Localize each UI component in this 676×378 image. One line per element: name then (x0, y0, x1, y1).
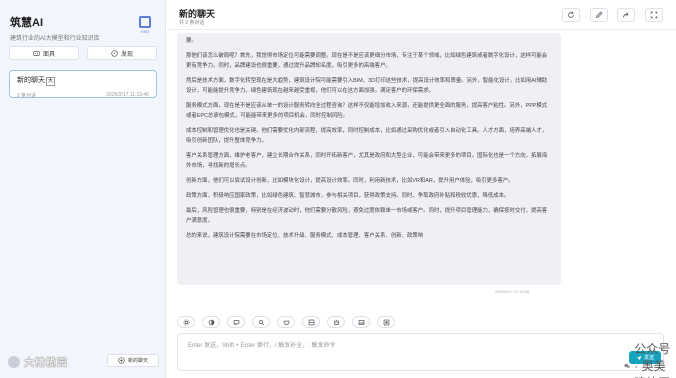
conversation-time: 2025/2/17 11:13:46 (106, 92, 149, 98)
conversation-count: 2 条对话 (17, 93, 37, 99)
theme-tool[interactable] (202, 316, 220, 328)
message-paragraph: 成本控制和管理优化也是关键。他们需要优化内部流程，提高效率，同时控制成本，比如通… (186, 128, 548, 144)
message-paragraph: 总的来说，建筑设计院需要在市场定位、技术升级、服务模式、成本管理、客户关系、创新… (186, 233, 424, 239)
share-button[interactable] (617, 8, 635, 22)
edit-button[interactable] (590, 8, 608, 22)
chat-icon (233, 319, 239, 326)
clear-context-tool[interactable] (302, 316, 320, 328)
sidebar: 筑慧AI 建筑行业的AI大模型和行业知识库 FAO 面具 发现 新的聊天大 2 … (0, 0, 166, 378)
app-logo: FAO (137, 16, 153, 34)
mask-button[interactable]: 面具 (9, 46, 79, 60)
conversation-title-text: 新的聊天 (17, 77, 45, 84)
fullscreen-icon (650, 11, 658, 19)
mask-icon (283, 320, 289, 325)
message-paragraph: 然后是技术方面，数字化转型现在是大趋势，建筑设计院可能需要引入BIM、3D打印这… (186, 78, 548, 94)
mask-button-label: 面具 (42, 51, 55, 58)
expand-tool[interactable] (377, 316, 395, 328)
message-paragraph: 最后，风险管理也很重要，特别是在经济波动时，他们需要分散风险，避免过度依赖单一市… (186, 208, 548, 224)
chat-main: 新的聊天 共 2 条对话 要。 那他们该怎么破局呢？首先，我觉得市场定位可能需要… (167, 0, 676, 378)
message-paragraph: 创新方面，他们可以尝试设计创新，比如模块化设计，提高设计效率。同时，利用新技术，… (186, 178, 514, 184)
discover-button[interactable]: 发现 (87, 46, 157, 60)
message-paragraph: 政策方面，积极响应国家政策，比如绿色建筑、智慧城市，参与相关项目，获得政策支持。… (186, 193, 510, 199)
search-icon (258, 319, 264, 325)
mask-icon (33, 50, 40, 56)
settings-tool[interactable] (177, 316, 195, 328)
refresh-button[interactable] (562, 8, 580, 22)
fullscreen-button[interactable] (645, 8, 663, 22)
logo-icon (139, 16, 151, 28)
logo-text: FAO (140, 29, 149, 34)
brand: 筑慧AI 建筑行业的AI大模型和行业知识库 (10, 14, 100, 42)
expand-icon (383, 319, 389, 325)
chat-header: 新的聊天 共 2 条对话 (167, 0, 676, 30)
wechat-icon (624, 363, 630, 368)
wechat-watermark: 公众号 · 奥美建筑网 (624, 340, 676, 378)
message-paragraph: 服务模式方面，现在是不是应该从单一的设计服务转向全过程咨询？这样不仅能增加收入来… (186, 103, 548, 119)
image-icon (358, 319, 364, 325)
pencil-icon (596, 11, 603, 18)
assistant-message: 要。 那他们该怎么破局呢？首先，我觉得市场定位可能需要调整。现在是不是应该更细分… (177, 33, 561, 285)
message-time: 2025/2/17 11:13:46 (495, 289, 530, 294)
layout-icon (308, 319, 314, 325)
chat-input[interactable]: Enter 发送，Shift + Enter 换行，/ 触发补全，: 触发命令 … (177, 333, 664, 371)
footer-watermark: 大橄榄园 (24, 358, 68, 369)
discover-button-label: 发现 (120, 51, 133, 58)
theme-icon (208, 319, 214, 325)
input-placeholder: Enter 发送，Shift + Enter 换行，/ 触发补全，: 触发命令 (188, 343, 336, 349)
chat-subtitle: 共 2 条对话 (179, 20, 205, 26)
new-chat-button[interactable]: 新的聊天 (107, 354, 159, 367)
app-name: 筑慧AI (10, 17, 43, 29)
model-tool[interactable] (327, 316, 345, 328)
avatar[interactable] (8, 355, 20, 368)
sidebar-footer: 大橄榄园 (8, 354, 68, 369)
plus-circle-icon (118, 357, 125, 364)
mask-tool[interactable] (277, 316, 295, 328)
robot-icon (333, 319, 339, 325)
share-icon (623, 12, 629, 18)
new-chat-label: 新的聊天 (127, 358, 148, 364)
conversation-tag: 大 (46, 77, 56, 86)
image-tool[interactable] (352, 316, 370, 328)
search-tool[interactable] (252, 316, 270, 328)
message-paragraph: 那他们该怎么破局呢？首先，我觉得市场定位可能需要调整。现在是不是应该更细分市场，… (186, 53, 548, 69)
app-subtitle: 建筑行业的AI大模型和行业知识库 (10, 36, 100, 42)
message-paragraph: 客户关系管理方面，维护老客户，建立长期合作关系，同时开拓新客户，尤其是政府和大型… (186, 153, 548, 169)
refresh-icon (568, 11, 574, 18)
conversation-meta: 2 条对话 2025/2/17 11:13:46 (17, 92, 149, 99)
compass-icon (111, 49, 118, 57)
input-toolbar (177, 316, 395, 328)
watermark-text: 公众号 · 奥美建筑网 (634, 342, 671, 378)
conversation-item[interactable]: 新的聊天大 2 条对话 2025/2/17 11:13:46 (9, 70, 157, 99)
prompt-tool[interactable] (227, 316, 245, 328)
conversation-title: 新的聊天大 (17, 75, 149, 86)
gear-icon (183, 319, 189, 325)
message-paragraph: 要。 (186, 38, 197, 44)
